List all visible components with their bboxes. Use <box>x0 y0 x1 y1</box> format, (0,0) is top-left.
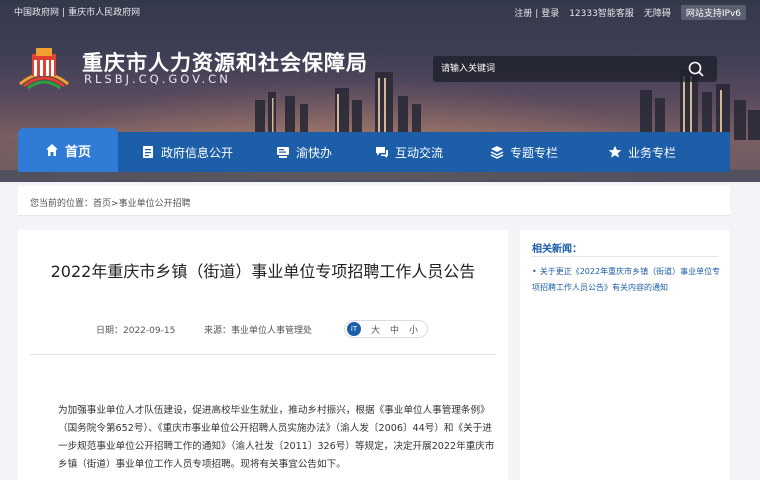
register-link[interactable]: 注册 <box>514 9 532 19</box>
ipv6-badge: 网站支持IPv6 <box>680 5 746 20</box>
breadcrumb-prefix: 您当前的位置： <box>30 199 94 209</box>
cq-gov-link[interactable]: 重庆市人民政府网 <box>68 8 140 18</box>
breadcrumb: 您当前的位置：首页>事业单位公开招聘 <box>30 196 191 209</box>
related-news-heading: 相关新闻： <box>532 244 582 255</box>
nav-item-ykb[interactable]: 渝快办 <box>256 132 352 172</box>
font-medium-button[interactable]: 中 <box>390 323 399 336</box>
article-body: 为加强事业单位人才队伍建设，促进高校毕业生就业，推动乡村振兴，根据《事业单位人事… <box>58 405 495 470</box>
related-news-item[interactable]: • 关于更正《2022年重庆市乡镇（街道）事业单位专项招聘工作人员公告》有关内容的… <box>532 264 722 296</box>
nav-item-interaction[interactable]: 互动交流 <box>352 132 466 172</box>
document-icon <box>142 146 153 158</box>
article-meta: 日期：2022-09-15 来源：事业单位人事管理处 iT 大 中 小 <box>18 320 508 340</box>
service-icon <box>276 147 289 158</box>
accessibility-link[interactable]: 无障碍 <box>644 6 671 19</box>
article-date: 日期：2022-09-15 <box>96 326 176 336</box>
breadcrumb-bar: 您当前的位置：首页>事业单位公开招聘 <box>18 186 730 216</box>
nav-label: 政府信息公开 <box>160 145 233 160</box>
article-source: 来源：事业单位人事管理处 <box>204 326 313 336</box>
chat-icon <box>375 147 388 158</box>
star-icon <box>608 145 622 158</box>
nav-item-home[interactable]: 首页 <box>18 128 118 172</box>
home-icon <box>45 144 58 156</box>
nav-item-topics[interactable]: 专题专栏 <box>466 132 582 172</box>
login-link[interactable]: 登录 <box>541 9 559 19</box>
search-input[interactable] <box>441 60 671 78</box>
related-news-panel: 相关新闻： • 关于更正《2022年重庆市乡镇（街道）事业单位专项招聘工作人员公告… <box>520 230 730 480</box>
article-title: 2022年重庆市乡镇（街道）事业单位专项招聘工作人员公告 <box>50 262 476 281</box>
font-large-button[interactable]: 大 <box>371 323 380 336</box>
site-domain: RLSBJ.CQ.GOV.CN <box>84 72 231 86</box>
font-size-icon: iT <box>347 322 361 336</box>
breadcrumb-current-link[interactable]: 事业单位公开招聘 <box>119 199 191 209</box>
related-news-link[interactable]: 关于更正《2022年重庆市乡镇（街道）事业单位专项招聘工作人员公告》有关内容的通… <box>532 267 720 292</box>
breadcrumb-home-link[interactable]: 首页 <box>93 199 111 209</box>
hotline-link[interactable]: 12333智能客服 <box>569 6 634 19</box>
font-small-button[interactable]: 小 <box>409 323 418 336</box>
article-divider <box>30 354 496 355</box>
nav-label: 首页 <box>64 144 91 160</box>
nav-label: 互动交流 <box>394 145 443 160</box>
top-links-right: 注册 | 登录 12333智能客服 无障碍 网站支持IPv6 <box>514 5 746 20</box>
nav-label: 业务专栏 <box>627 145 676 160</box>
top-links-left: 中国政府网 | 重庆市人民政府网 <box>14 8 141 18</box>
font-size-switcher: iT 大 中 小 <box>344 320 428 338</box>
article-panel: 2022年重庆市乡镇（街道）事业单位专项招聘工作人员公告 日期：2022-09-… <box>18 230 508 480</box>
breadcrumb-separator: > <box>111 199 119 209</box>
nav-label: 渝快办 <box>295 145 332 160</box>
bullet-icon: • <box>532 267 537 276</box>
related-news-divider <box>532 256 718 257</box>
top-bar: 中国政府网 | 重庆市人民政府网 注册 | 登录 12333智能客服 无障碍 网站支… <box>0 0 760 22</box>
nav-label: 专题专栏 <box>509 145 558 160</box>
nav-item-business[interactable]: 业务专栏 <box>582 132 702 172</box>
site-logo-icon[interactable] <box>16 44 72 90</box>
gov-cn-link[interactable]: 中国政府网 <box>14 8 59 18</box>
search-box <box>433 56 717 82</box>
layers-icon <box>490 146 504 159</box>
main-nav: 首页 政府信息公开 渝快办 互动交流 专题专栏 业务专栏 <box>18 128 730 172</box>
search-icon[interactable] <box>687 60 705 78</box>
nav-item-gov-info[interactable]: 政府信息公开 <box>118 132 256 172</box>
